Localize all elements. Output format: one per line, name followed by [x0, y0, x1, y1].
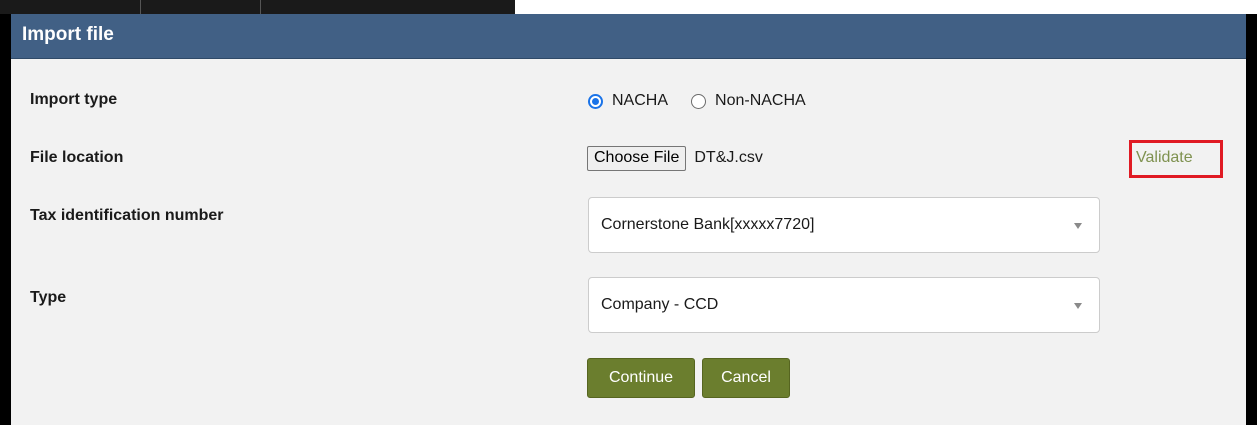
tax-id-select[interactable]: Cornerstone Bank[xxxxx7720]: [588, 197, 1100, 253]
import-type-label: Import type: [30, 91, 118, 108]
dialog-title: Import file: [22, 24, 114, 45]
chevron-down-icon: [1074, 303, 1082, 309]
cancel-button[interactable]: Cancel: [702, 358, 790, 398]
selected-file-name: DT&J.csv: [694, 149, 763, 166]
tab-divider: [260, 0, 261, 14]
chevron-down-icon: [1074, 223, 1082, 229]
radio-nacha[interactable]: [588, 93, 603, 109]
dialog-header: Import file: [11, 14, 1246, 59]
tab-divider: [140, 0, 141, 14]
continue-button[interactable]: Continue: [587, 358, 695, 398]
type-label: Type: [30, 289, 67, 306]
file-location-label: File location: [30, 149, 124, 166]
radio-nacha-label[interactable]: NACHA: [612, 92, 668, 110]
background-tab-strip: [0, 0, 1257, 14]
file-input: Choose File DT&J.csv: [587, 145, 763, 171]
validate-link[interactable]: Validate: [1136, 149, 1193, 167]
import-type-radio-group: NACHA Non-NACHA: [588, 90, 806, 112]
tax-id-select-value: Cornerstone Bank[xxxxx7720]: [601, 216, 815, 233]
tax-id-label: Tax identification number: [30, 207, 224, 224]
radio-non-nacha-label[interactable]: Non-NACHA: [715, 92, 806, 110]
type-select-value: Company - CCD: [601, 296, 719, 313]
import-file-dialog: Import file Import type NACHA Non-NACHA …: [11, 14, 1246, 425]
background-tab: [0, 0, 515, 14]
type-select[interactable]: Company - CCD: [588, 277, 1100, 333]
choose-file-button[interactable]: Choose File: [587, 145, 687, 171]
radio-non-nacha[interactable]: [691, 93, 707, 109]
